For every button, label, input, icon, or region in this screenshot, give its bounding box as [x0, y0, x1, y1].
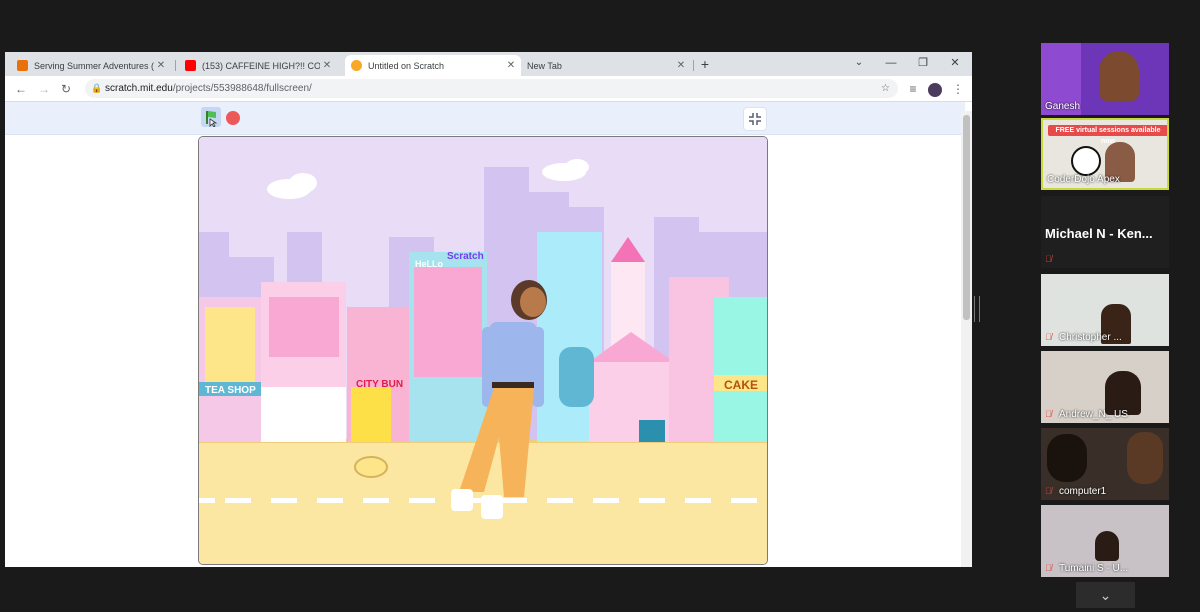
scratch-sign: Scratch	[447, 251, 484, 262]
participant-name: Michael N - Ken...	[1045, 226, 1153, 241]
participant-video	[1095, 531, 1119, 561]
hello-sign: HeLLo	[415, 259, 444, 269]
bookmark-star-icon[interactable]: ☆	[881, 79, 890, 98]
url-text: scratch.mit.edu/projects/553988648/fulls…	[105, 79, 312, 98]
green-flag-button[interactable]	[201, 107, 221, 128]
tab-serving-summer[interactable]: Serving Summer Adventures (SS/ ✕	[11, 55, 171, 76]
youtube-icon	[185, 60, 196, 71]
page-scrollbar[interactable]	[961, 111, 972, 567]
participant-name: Christopher ...	[1059, 332, 1122, 343]
close-tab-icon[interactable]: ✕	[674, 60, 688, 71]
panel-splitter[interactable]	[974, 296, 980, 322]
scrollbar-thumb[interactable]	[963, 115, 970, 320]
participant-video	[1127, 432, 1163, 484]
stage-area: TEA SHOP CITY BUN CAKE HeLLo Scratch	[5, 135, 961, 567]
restore-button[interactable]: ❐	[907, 52, 939, 76]
scratch-icon	[351, 60, 362, 71]
close-tab-icon[interactable]: ✕	[504, 60, 518, 71]
tab-divider	[175, 60, 176, 71]
participant-video	[1099, 51, 1139, 101]
participant-name: CoderDojo Apex	[1047, 174, 1120, 185]
url-path: /projects/553988648/fullscreen/	[172, 83, 312, 94]
green-flag-icon	[206, 111, 218, 128]
browser-toolbar: ← → ↻ 🔒 scratch.mit.edu/projects/5539886…	[5, 76, 972, 102]
close-tab-icon[interactable]: ✕	[320, 60, 334, 71]
tab-label: Untitled on Scratch	[368, 60, 445, 71]
tab-new-tab[interactable]: New Tab ✕	[521, 55, 691, 76]
tab-label: (153) CAFFEINE HIGH?!! COFFEE	[202, 60, 320, 71]
exit-fullscreen-button[interactable]	[743, 107, 767, 131]
scroll-down-chevron-icon[interactable]: ⌄	[1076, 582, 1135, 608]
participant-tile[interactable]: 🎙̸ Andrew_N_ US	[1041, 351, 1169, 423]
participant-name: Andrew_N_ US	[1059, 409, 1128, 420]
new-tab-button[interactable]: +	[697, 55, 713, 73]
tab-search-icon[interactable]: ⌄	[843, 52, 875, 76]
participant-tile[interactable]: 🎙̸ Tumaini S - U...	[1041, 505, 1169, 577]
participant-tile-active[interactable]: FREE virtual sessions available now Code…	[1041, 118, 1169, 190]
close-window-button[interactable]: ✕	[939, 52, 971, 76]
lock-icon: 🔒	[91, 83, 103, 93]
participant-name: Tumaini S - U...	[1059, 563, 1129, 574]
reload-icon[interactable]: ↻	[57, 80, 75, 98]
muted-mic-icon: 🎙̸	[1045, 254, 1052, 264]
more-menu-icon[interactable]: ⋮	[949, 80, 967, 98]
promo-banner: FREE virtual sessions available now	[1048, 125, 1167, 145]
stop-button[interactable]	[226, 111, 240, 125]
profile-avatar[interactable]	[926, 80, 944, 98]
shrink-icon	[749, 113, 761, 125]
tab-youtube[interactable]: (153) CAFFEINE HIGH?!! COFFEE ✕	[179, 55, 337, 76]
address-bar[interactable]: 🔒 scratch.mit.edu/projects/553988648/ful…	[85, 79, 898, 98]
muted-mic-icon: 🎙̸	[1045, 409, 1052, 419]
participant-name: computer1	[1059, 486, 1107, 497]
tea-shop-sign: TEA SHOP	[205, 385, 256, 396]
participant-video	[1047, 434, 1087, 482]
tab-label: Serving Summer Adventures (SS/	[34, 60, 154, 71]
scratch-stage[interactable]: TEA SHOP CITY BUN CAKE HeLLo Scratch	[198, 136, 768, 565]
participant-tile[interactable]: 🎙̸ Christopher ...	[1041, 274, 1169, 346]
tab-favicon-icon	[17, 60, 28, 71]
url-host: scratch.mit.edu	[105, 83, 173, 94]
forward-icon[interactable]: →	[35, 80, 53, 98]
back-icon[interactable]: ←	[12, 80, 30, 98]
city-bun-sign: CITY BUN	[356, 379, 403, 390]
muted-mic-icon: 🎙̸	[1045, 332, 1052, 342]
minimize-button[interactable]: —	[875, 52, 907, 76]
participant-name: Ganesh	[1045, 101, 1081, 112]
scratch-controls-bar	[5, 102, 965, 135]
tab-divider	[693, 60, 694, 71]
browser-window: Serving Summer Adventures (SS/ ✕ (153) C…	[5, 52, 972, 567]
muted-mic-icon: 🎙̸	[1045, 486, 1052, 496]
tab-scratch[interactable]: Untitled on Scratch ✕	[345, 55, 521, 76]
avatar	[928, 82, 942, 97]
tab-bar: Serving Summer Adventures (SS/ ✕ (153) C…	[5, 52, 972, 76]
close-tab-icon[interactable]: ✕	[154, 60, 168, 71]
cake-sign: CAKE	[724, 378, 758, 392]
participant-tile[interactable]: Ganesh	[1041, 43, 1169, 115]
muted-mic-icon: 🎙̸	[1045, 563, 1052, 573]
media-control-icon[interactable]: ≡	[904, 80, 922, 98]
coderdojo-logo	[1071, 146, 1101, 176]
tab-label: New Tab	[527, 60, 562, 71]
participant-tile[interactable]: 🎙̸ computer1	[1041, 428, 1169, 500]
city-backdrop: TEA SHOP CITY BUN CAKE HeLLo Scratch	[199, 137, 767, 564]
